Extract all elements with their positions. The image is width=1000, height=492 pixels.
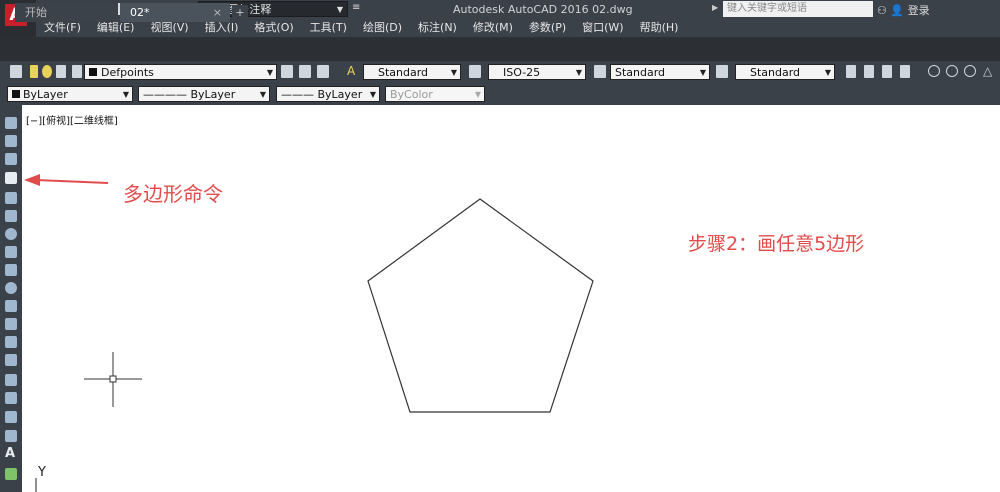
polygon-command-annotation: 多边形命令 [123,182,223,206]
annotation-arrow [24,174,109,186]
pentagon-shape [367,198,594,413]
crosshair-cursor [84,352,142,407]
ucs-y-label: Y [38,465,46,480]
step2-annotation: 步骤2：画任意5边形 [688,233,865,255]
